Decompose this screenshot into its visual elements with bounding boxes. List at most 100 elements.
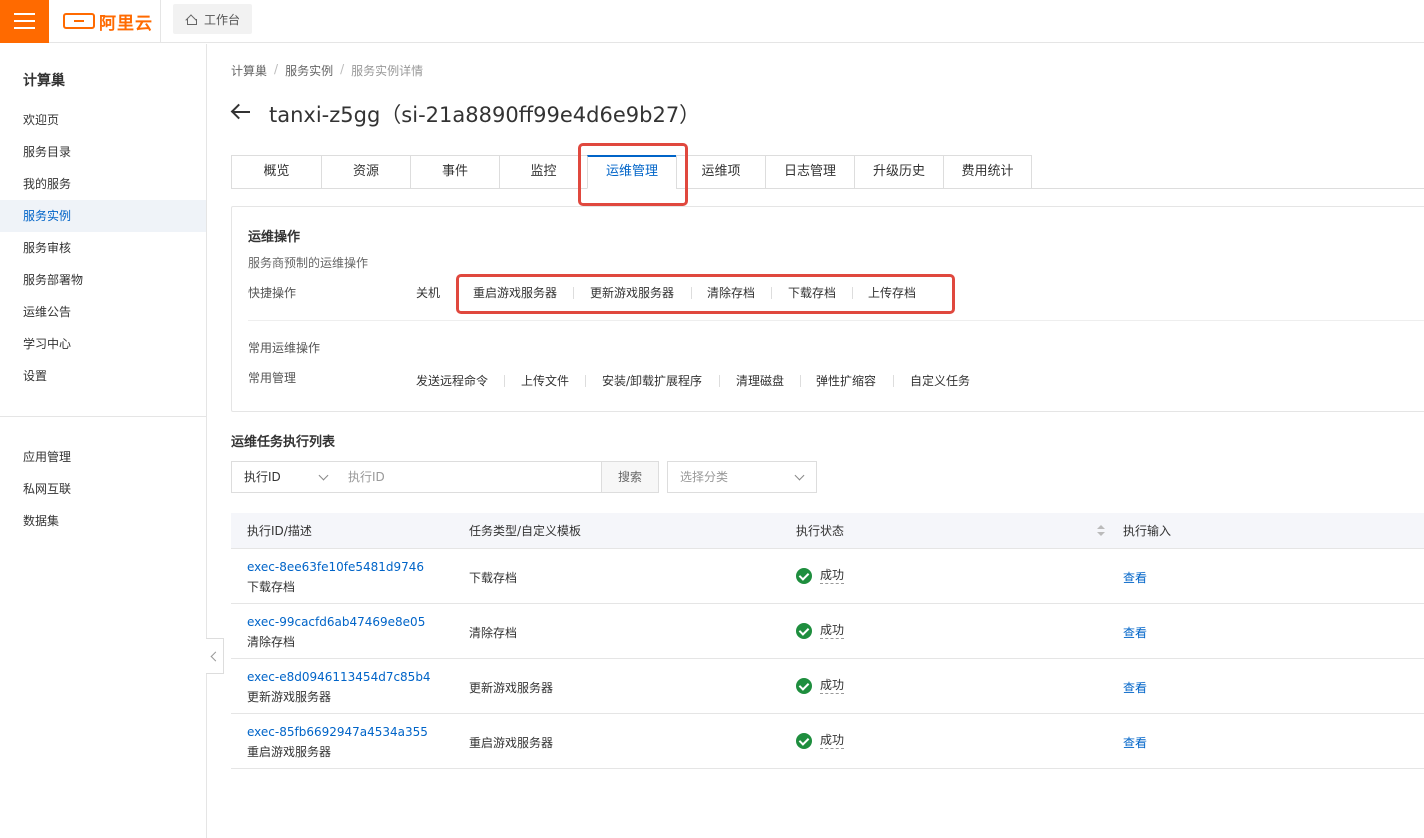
- sidebar: 计算巢 欢迎页 服务目录 我的服务 服务实例 服务审核 服务部署物 运维公告 学…: [0, 44, 207, 838]
- sidebar-item-private-network[interactable]: 私网互联: [0, 473, 206, 505]
- status-text[interactable]: 成功: [820, 732, 845, 749]
- sidebar-collapse-handle[interactable]: [206, 638, 224, 674]
- sidebar-item-service-catalog[interactable]: 服务目录: [0, 136, 206, 168]
- exec-status: 成功: [796, 677, 845, 694]
- menu-icon[interactable]: [0, 0, 49, 43]
- sidebar-item-settings[interactable]: 设置: [0, 360, 206, 392]
- action-separator: [504, 375, 505, 387]
- column-header-type: 任务类型/自定义模板: [469, 524, 582, 538]
- sidebar-item-service-review[interactable]: 服务审核: [0, 232, 206, 264]
- view-input-link[interactable]: 查看: [1123, 679, 1147, 696]
- category-placeholder: 选择分类: [680, 470, 729, 484]
- view-input-link[interactable]: 查看: [1123, 734, 1147, 751]
- table-row: exec-8ee63fe10fe5481d9746 下载存档 下载存档 成功 查…: [231, 549, 1424, 604]
- exec-id-link[interactable]: exec-85fb6692947a4534a355: [247, 725, 428, 739]
- action-separator: [800, 375, 801, 387]
- sort-icon[interactable]: [1097, 525, 1105, 537]
- exec-type: 下载存档: [469, 571, 518, 585]
- workbench-label: 工作台: [204, 12, 241, 27]
- tab-log-management[interactable]: 日志管理: [765, 155, 854, 189]
- ops-divider: [248, 320, 1424, 321]
- column-header-status: 执行状态: [796, 524, 845, 538]
- exec-description: 下载存档: [247, 580, 296, 594]
- sidebar-item-welcome[interactable]: 欢迎页: [0, 104, 206, 136]
- highlight-box-tab: [578, 143, 688, 206]
- tab-overview[interactable]: 概览: [231, 155, 321, 189]
- category-select[interactable]: 选择分类: [667, 461, 817, 493]
- back-arrow-icon[interactable]: [231, 102, 251, 122]
- ops-subtitle: 服务商预制的运维操作: [248, 256, 369, 270]
- tab-monitoring[interactable]: 监控: [499, 155, 587, 189]
- success-check-icon: [796, 567, 812, 584]
- tab-resources[interactable]: 资源: [321, 155, 410, 189]
- exec-type: 更新游戏服务器: [469, 681, 554, 695]
- table-header: 执行ID/描述 任务类型/自定义模板 执行状态 执行输入: [231, 513, 1424, 549]
- sidebar-item-ops-notices[interactable]: 运维公告: [0, 296, 206, 328]
- filter-field-select[interactable]: 执行ID: [231, 461, 341, 493]
- sidebar-title: 计算巢: [23, 73, 65, 89]
- success-check-icon: [796, 732, 812, 749]
- exec-status: 成功: [796, 622, 845, 639]
- status-text[interactable]: 成功: [820, 622, 845, 639]
- custom-task-button[interactable]: 自定义任务: [910, 372, 970, 389]
- sidebar-item-datasets[interactable]: 数据集: [0, 505, 206, 537]
- column-header-id: 执行ID/描述: [247, 524, 312, 538]
- common-ops-section-label: 常用运维操作: [248, 341, 321, 355]
- exec-description: 清除存档: [247, 635, 296, 649]
- success-check-icon: [796, 622, 812, 639]
- column-header-input: 执行输入: [1123, 524, 1172, 538]
- table-row: exec-99cacfd6ab47469e8e05 清除存档 清除存档 成功 查…: [231, 604, 1424, 659]
- page-title: tanxi-z5gg（si-21a8890ff99e4d6e9b27）: [269, 103, 701, 127]
- sidebar-divider: [0, 416, 206, 417]
- tabs-baseline: [1032, 188, 1424, 189]
- elastic-scaling-button[interactable]: 弹性扩缩容: [816, 372, 876, 389]
- view-input-link[interactable]: 查看: [1123, 624, 1147, 641]
- clean-disk-button[interactable]: 清理磁盘: [736, 372, 784, 389]
- success-check-icon: [796, 677, 812, 694]
- exec-id-link[interactable]: exec-e8d0946113454d7c85b4: [247, 670, 431, 684]
- action-separator: [585, 375, 586, 387]
- exec-status: 成功: [796, 732, 845, 749]
- ops-title: 运维操作: [248, 230, 301, 245]
- sidebar-item-learning-center[interactable]: 学习中心: [0, 328, 206, 360]
- highlight-box-quick-ops: [456, 274, 955, 314]
- exec-status: 成功: [796, 567, 845, 584]
- breadcrumb-separator: /: [274, 62, 279, 76]
- tab-upgrade-history[interactable]: 升级历史: [854, 155, 943, 189]
- aliyun-logo[interactable]: 阿里云: [63, 10, 153, 34]
- action-separator: [719, 375, 720, 387]
- install-extension-button[interactable]: 安装/卸载扩展程序: [602, 372, 702, 389]
- table-row: exec-e8d0946113454d7c85b4 更新游戏服务器 更新游戏服务…: [231, 659, 1424, 714]
- workbench-button[interactable]: 工作台: [173, 4, 253, 34]
- sidebar-item-service-instances[interactable]: 服务实例: [0, 200, 206, 232]
- exec-id-link[interactable]: exec-99cacfd6ab47469e8e05: [247, 615, 425, 629]
- top-bar: 阿里云 工作台: [0, 0, 1424, 43]
- breadcrumb-item[interactable]: 计算巢: [231, 62, 267, 79]
- chevron-down-icon: [794, 470, 805, 481]
- upload-file-button[interactable]: 上传文件: [521, 372, 569, 389]
- sidebar-item-my-services[interactable]: 我的服务: [0, 168, 206, 200]
- status-text[interactable]: 成功: [820, 677, 845, 694]
- common-management-label: 常用管理: [248, 371, 297, 385]
- tab-billing[interactable]: 费用统计: [943, 155, 1032, 189]
- breadcrumb-current: 服务实例详情: [351, 64, 424, 78]
- status-text[interactable]: 成功: [820, 567, 845, 584]
- exec-type: 清除存档: [469, 626, 518, 640]
- send-remote-command-button[interactable]: 发送远程命令: [416, 372, 488, 389]
- quick-ops-label: 快捷操作: [248, 286, 297, 300]
- sidebar-item-app-management[interactable]: 应用管理: [0, 441, 206, 473]
- breadcrumb: 计算巢 / 服务实例 / 服务实例详情: [231, 62, 423, 79]
- sidebar-item-deployment-artifacts[interactable]: 服务部署物: [0, 264, 206, 296]
- breadcrumb-item[interactable]: 服务实例: [285, 62, 333, 79]
- shutdown-button[interactable]: 关机: [416, 284, 440, 301]
- action-separator: [893, 375, 894, 387]
- breadcrumb-separator: /: [340, 62, 345, 76]
- logo-mark-icon: [63, 13, 95, 29]
- exec-id-link[interactable]: exec-8ee63fe10fe5481d9746: [247, 560, 424, 574]
- tab-ops-items[interactable]: 运维项: [676, 155, 765, 189]
- chevron-down-icon: [318, 470, 329, 481]
- search-button[interactable]: 搜索: [601, 461, 659, 493]
- view-input-link[interactable]: 查看: [1123, 569, 1147, 586]
- search-input[interactable]: 执行ID: [340, 461, 602, 493]
- tab-events[interactable]: 事件: [410, 155, 499, 189]
